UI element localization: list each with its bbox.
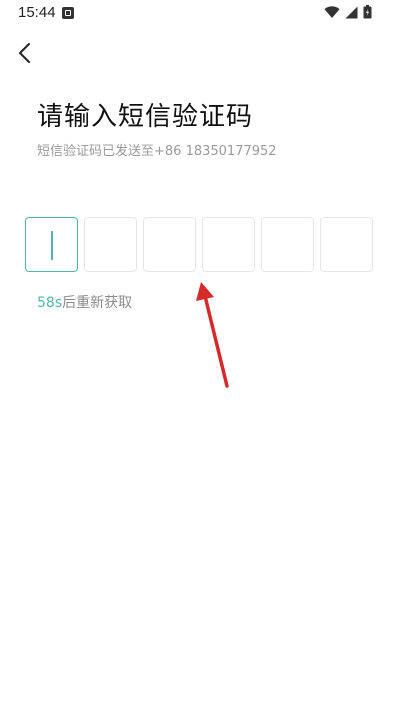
- page-subtitle: 短信验证码已发送至+86 18350177952: [37, 144, 277, 159]
- app-notification-icon: [62, 7, 74, 19]
- page-title: 请输入短信验证码: [37, 102, 254, 132]
- chevron-left-icon: [19, 43, 30, 63]
- text-cursor: [51, 231, 53, 260]
- code-box-2[interactable]: [84, 217, 137, 272]
- resend-countdown: 58s后重新获取: [37, 292, 132, 312]
- code-box-1[interactable]: [25, 217, 78, 272]
- countdown-seconds: 58s: [37, 295, 63, 311]
- battery-icon: [363, 5, 372, 19]
- resend-label: 后重新获取: [62, 295, 133, 311]
- back-button[interactable]: [10, 38, 40, 68]
- code-input-row: [25, 217, 373, 272]
- verification-screen: 15:44 请输入短信验证码 短信验证码已发送至+86 18350177952: [0, 0, 400, 710]
- code-box-6[interactable]: [320, 217, 373, 272]
- status-time: 15:44: [18, 4, 56, 21]
- code-box-4[interactable]: [202, 217, 255, 272]
- status-icons: [324, 5, 372, 19]
- code-box-5[interactable]: [261, 217, 314, 272]
- status-bar: 15:44: [0, 0, 400, 28]
- signal-icon: [345, 6, 358, 18]
- wifi-icon: [324, 5, 340, 18]
- code-box-3[interactable]: [143, 217, 196, 272]
